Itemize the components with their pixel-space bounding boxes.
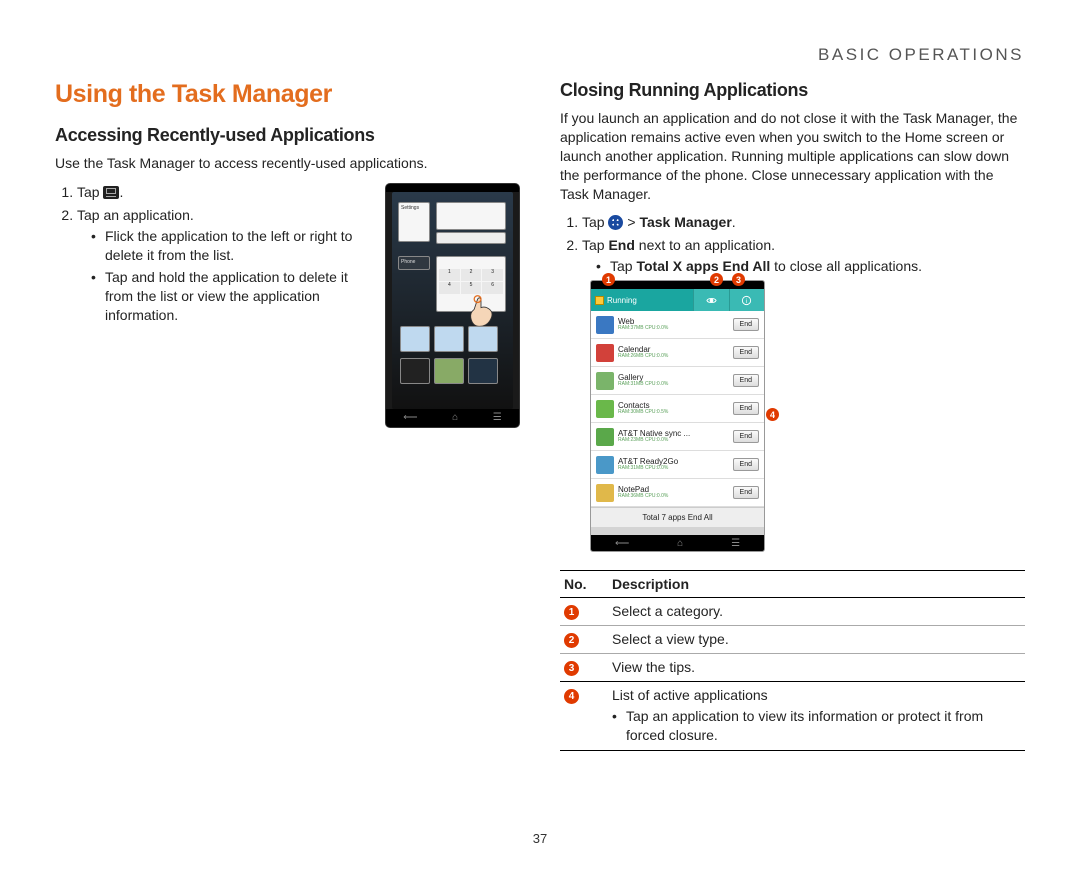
end-button: End: [733, 430, 759, 443]
callout-4: 4: [766, 408, 779, 421]
section-header: BASIC OPERATIONS: [818, 45, 1024, 65]
end-button: End: [733, 458, 759, 471]
steps-list: Tap > Task Manager. Tap End next to an a…: [560, 213, 1025, 276]
step-text: Tap: [582, 214, 608, 230]
bullet: Flick the application to the left or rig…: [91, 227, 371, 265]
task-row: AT&T Ready2GoRAM:31MB CPU:0.0%End: [591, 451, 764, 479]
callout-number-icon: 4: [564, 689, 579, 704]
step-text: next to an application.: [635, 237, 775, 253]
end-button: End: [733, 346, 759, 359]
table-sub-bullet: Tap an application to view its informati…: [612, 707, 1025, 745]
android-navbar: ⟵⌂☰: [386, 409, 519, 427]
table-header-desc: Description: [612, 576, 1025, 592]
subheading-closing: Closing Running Applications: [560, 80, 1025, 101]
callout-number-icon: 3: [564, 661, 579, 676]
step-bold: Total X apps End All: [636, 258, 770, 274]
tab-view-icon: [693, 289, 728, 311]
task-row: AT&T Native sync ...RAM:23MB CPU:0.0%End: [591, 423, 764, 451]
callout-number-icon: 2: [564, 633, 579, 648]
steps-list: Tap . Tap an application. Flick the appl…: [55, 183, 371, 325]
step-text: to close all applications.: [770, 258, 922, 274]
table-cell: View the tips.: [612, 659, 1025, 675]
page-number: 37: [533, 831, 547, 846]
table-header-no: No.: [560, 576, 612, 592]
step-text: .: [119, 184, 123, 200]
svg-text:i: i: [746, 298, 747, 304]
step-1: Tap .: [77, 183, 371, 202]
task-row: WebRAM:37MB CPU:0.0%End: [591, 311, 764, 339]
left-column: Using the Task Manager Accessing Recentl…: [55, 80, 520, 751]
table-cell: Select a view type.: [612, 631, 1025, 647]
bullet: Tap and hold the application to delete i…: [91, 268, 371, 325]
table-row: 4 List of active applications Tap an app…: [560, 682, 1025, 751]
step-text: Tap: [77, 184, 103, 200]
end-all-button: Total 7 apps End All: [591, 507, 764, 527]
screenshot-recent-apps: Settings Phone 123456 ⟵⌂☰: [385, 183, 520, 428]
bullet: Tap Total X apps End All to close all ap…: [596, 257, 1025, 276]
tab-running: Running: [591, 289, 693, 311]
intro-text: Use the Task Manager to access recently-…: [55, 154, 520, 173]
step-text: Tap: [582, 237, 608, 253]
table-cell: Select a category.: [612, 603, 1025, 619]
end-button: End: [733, 486, 759, 499]
recent-apps-icon: [103, 186, 119, 199]
step-bold: End: [608, 237, 634, 253]
callout-number-icon: 1: [564, 605, 579, 620]
description-table: No. Description 1 Select a category. 2 Sele…: [560, 570, 1025, 751]
intro-text: If you launch an application and do not …: [560, 109, 1025, 203]
step-1: Tap > Task Manager.: [582, 213, 1025, 232]
step-text: Tap an application.: [77, 207, 194, 223]
step-text: Tap: [610, 258, 636, 274]
step-text: >: [623, 214, 639, 230]
step-text: .: [732, 214, 736, 230]
step-bold: Task Manager: [639, 214, 731, 230]
android-navbar: ⟵⌂☰: [591, 535, 764, 551]
table-row: 3 View the tips.: [560, 654, 1025, 682]
hand-gesture-icon: [464, 294, 498, 328]
table-cell: List of active applications: [612, 687, 1025, 703]
task-row: GalleryRAM:31MB CPU:0.0%End: [591, 367, 764, 395]
table-row: 2 Select a view type.: [560, 626, 1025, 654]
task-row: CalendarRAM:26MB CPU:0.0%End: [591, 339, 764, 367]
subheading-accessing: Accessing Recently-used Applications: [55, 125, 520, 146]
page-title: Using the Task Manager: [55, 80, 520, 109]
end-button: End: [733, 374, 759, 387]
card-label: Settings: [401, 205, 427, 211]
right-column: Closing Running Applications If you laun…: [560, 80, 1025, 751]
screenshot-task-manager: Running i WebRAM:37MB CPU:0.0%EndCalenda…: [590, 280, 765, 552]
tab-tips-icon: i: [729, 289, 764, 311]
table-row: 1 Select a category.: [560, 598, 1025, 626]
task-row: ContactsRAM:30MB CPU:0.5%End: [591, 395, 764, 423]
step-2: Tap an application. Flick the applicatio…: [77, 206, 371, 325]
end-button: End: [733, 318, 759, 331]
step-2: Tap End next to an application. Tap Tota…: [582, 236, 1025, 276]
apps-grid-icon: [608, 215, 623, 230]
task-row: NotePadRAM:36MB CPU:0.0%End: [591, 479, 764, 507]
end-button: End: [733, 402, 759, 415]
card-label: Phone: [398, 256, 430, 270]
